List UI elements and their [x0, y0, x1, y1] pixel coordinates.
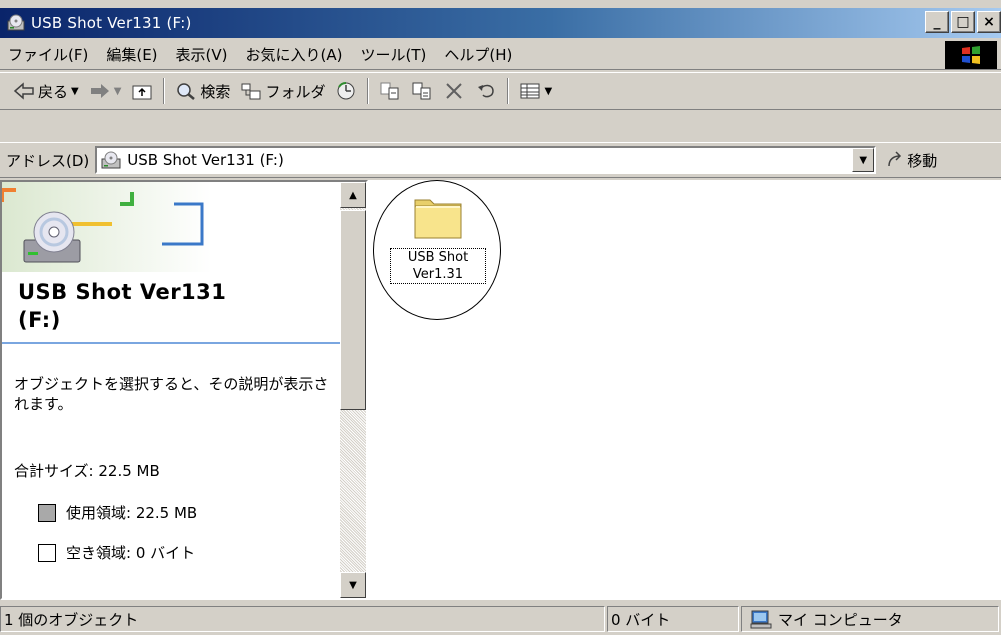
status-location: マイ コンピュータ [741, 606, 999, 632]
search-icon [177, 83, 196, 100]
scrollbar-thumb[interactable] [340, 210, 366, 410]
minimize-button[interactable]: _ [925, 11, 949, 33]
folder-icon [414, 199, 462, 239]
back-button[interactable]: 戻る ▼ [8, 76, 84, 106]
close-icon: × [983, 14, 995, 30]
free-space-swatch [38, 543, 56, 562]
file-list-pane[interactable]: USB Shot Ver1.31 [368, 180, 1001, 600]
menu-help[interactable]: ヘルプ(H) [435, 44, 521, 65]
menu-bar: ファイル(F) 編集(E) 表示(V) お気に入り(A) ツール(T) ヘルプ(… [0, 40, 1001, 70]
status-size: 0 バイト [607, 606, 739, 632]
drive-icon [101, 151, 121, 169]
views-icon [520, 83, 540, 99]
folder-tree-icon [241, 83, 261, 100]
up-folder-button[interactable] [126, 76, 158, 106]
toolbar-separator [163, 78, 166, 104]
go-label: 移動 [907, 151, 938, 170]
toolbar-separator [507, 78, 510, 104]
minimize-icon: _ [933, 14, 941, 30]
address-field[interactable]: USB Shot Ver131 (F:) ▼ [95, 146, 877, 174]
undo-icon [478, 84, 495, 98]
back-dropdown-icon[interactable]: ▼ [71, 86, 79, 97]
title-bar[interactable]: USB Shot Ver131 (F:) _ □ × [0, 8, 1001, 38]
chevron-down-icon: ▼ [859, 154, 868, 166]
menu-favorites[interactable]: お気に入り(A) [237, 44, 352, 65]
folders-button[interactable]: フォルダ [235, 76, 330, 106]
folders-label: フォルダ [265, 82, 326, 101]
address-dropdown-button[interactable]: ▼ [852, 148, 875, 172]
used-space-swatch [38, 503, 56, 522]
folder-name[interactable]: USB Shot Ver1.31 [390, 248, 486, 284]
delete-icon [446, 83, 463, 99]
vertical-scrollbar[interactable]: ▲ ▼ [340, 182, 366, 598]
explorer-window: USB Shot Ver131 (F:) _ □ × ファイル(F) 編集(E)… [0, 0, 1001, 635]
status-bar: 1 個のオブジェクト 0 バイト マイ コンピュータ [0, 603, 1001, 635]
status-location-label: マイ コンピュータ [778, 610, 903, 629]
menu-edit[interactable]: 編集(E) [97, 44, 166, 65]
scroll-down-button[interactable]: ▼ [340, 572, 366, 598]
scroll-up-button[interactable]: ▲ [340, 182, 366, 208]
drive-icon [7, 14, 25, 31]
status-object-count: 1 個のオブジェクト [0, 606, 605, 632]
folder-name-line2: Ver1.31 [412, 267, 464, 282]
forward-dropdown-icon[interactable]: ▼ [114, 86, 122, 97]
search-label: 検索 [200, 82, 231, 101]
history-button[interactable] [330, 76, 362, 106]
window-title: USB Shot Ver131 (F:) [31, 14, 192, 32]
copy-to-button[interactable] [406, 76, 438, 106]
views-button[interactable]: ▼ [514, 76, 557, 106]
delete-button[interactable] [438, 76, 470, 106]
go-button[interactable]: 移動 [886, 150, 937, 171]
drive-title-line2: (F:) [18, 308, 61, 332]
chevron-up-icon: ▲ [349, 189, 357, 201]
chevron-down-icon: ▼ [349, 579, 357, 591]
folder-item[interactable]: USB Shot Ver1.31 [378, 190, 498, 320]
up-folder-icon [132, 85, 152, 100]
views-dropdown-icon[interactable]: ▼ [544, 86, 552, 97]
toolbar-separator [367, 78, 370, 104]
cd-drive-icon [23, 211, 81, 263]
copy-to-icon [412, 82, 431, 100]
my-computer-icon [750, 610, 772, 629]
back-label: 戻る [38, 82, 69, 101]
standard-toolbar: 戻る ▼ ▼ 検索 フォルダ ▼ [0, 72, 1001, 110]
selection-description: オブジェクトを選択すると、その説明が表示されます。 [14, 375, 329, 413]
content-area: USB Shot Ver131 (F:) オブジェクトを選択すると、その説明が表… [0, 180, 1001, 600]
free-space-legend: 空き領域: 0 バイト [38, 542, 195, 563]
forward-arrow-icon [90, 84, 109, 98]
close-button[interactable]: × [977, 11, 1001, 33]
web-view-pane: USB Shot Ver131 (F:) オブジェクトを選択すると、その説明が表… [0, 180, 368, 600]
menu-tools[interactable]: ツール(T) [351, 44, 435, 65]
search-button[interactable]: 検索 [170, 76, 235, 106]
address-value: USB Shot Ver131 (F:) [127, 151, 284, 169]
web-view-header: USB Shot Ver131 (F:) [2, 182, 340, 342]
maximize-icon: □ [956, 14, 970, 30]
maximize-button[interactable]: □ [951, 11, 975, 33]
header-divider [2, 342, 340, 344]
address-label: アドレス(D) [6, 151, 90, 170]
windows-logo-icon [945, 41, 997, 69]
move-to-icon [380, 82, 399, 100]
menu-view[interactable]: 表示(V) [167, 44, 237, 65]
used-space-label: 使用領域: 22.5 MB [66, 504, 198, 522]
total-size: 合計サイズ: 22.5 MB [14, 462, 160, 480]
undo-button[interactable] [470, 76, 502, 106]
move-to-button[interactable] [374, 76, 406, 106]
back-arrow-icon [13, 82, 34, 100]
folder-name-line1: USB Shot [407, 250, 469, 265]
history-icon [337, 81, 355, 100]
window-controls: _ □ × [925, 11, 1001, 33]
menu-file[interactable]: ファイル(F) [0, 44, 97, 65]
drive-title-line1: USB Shot Ver131 [18, 280, 227, 304]
go-arrow-icon [888, 151, 902, 167]
address-bar: アドレス(D) USB Shot Ver131 (F:) ▼ 移動 [0, 142, 1001, 178]
forward-button[interactable]: ▼ [84, 76, 127, 106]
drive-title: USB Shot Ver131 (F:) [18, 278, 226, 334]
free-space-label: 空き領域: 0 バイト [66, 544, 196, 562]
used-space-legend: 使用領域: 22.5 MB [38, 502, 197, 523]
